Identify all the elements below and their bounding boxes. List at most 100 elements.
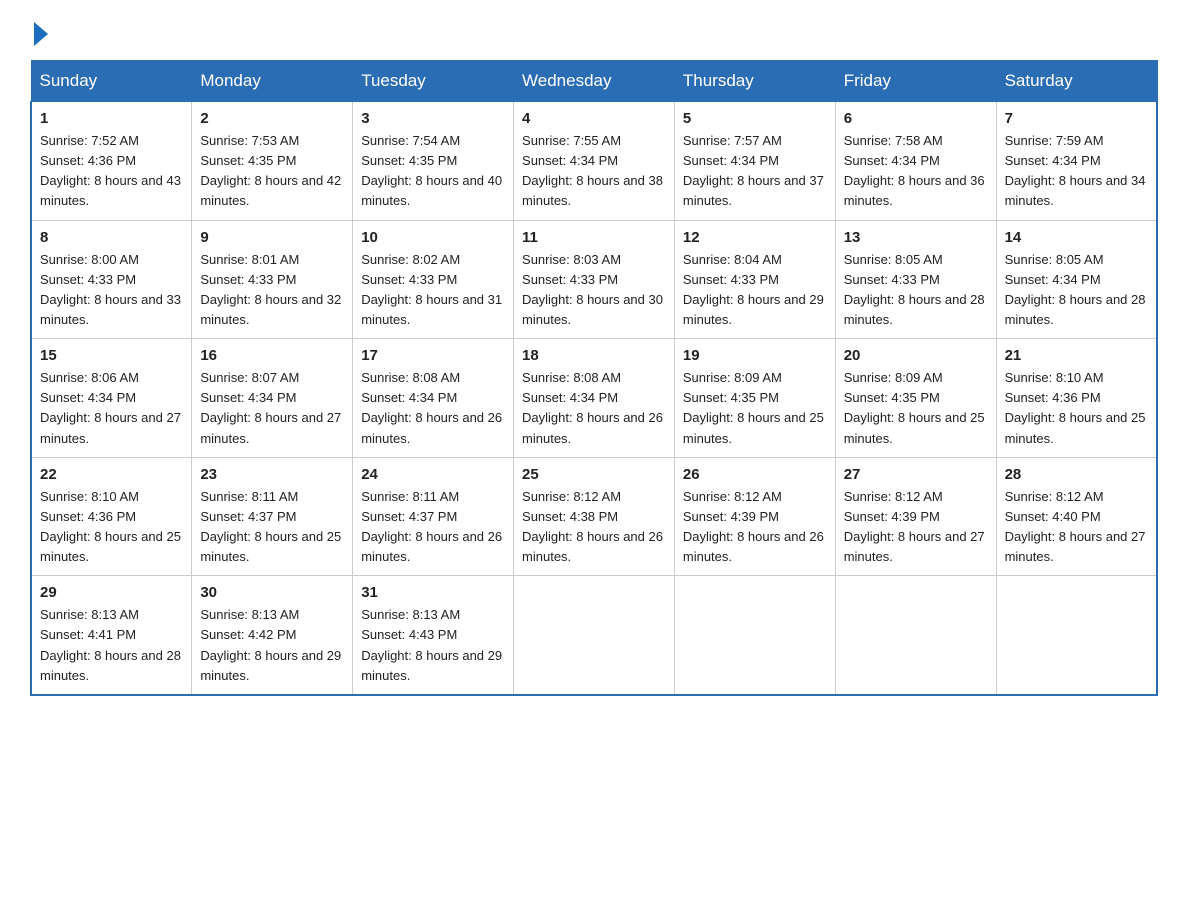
day-info: Sunrise: 8:12 AMSunset: 4:38 PMDaylight:… <box>522 489 663 564</box>
day-number: 10 <box>361 229 505 246</box>
calendar-header: SundayMondayTuesdayWednesdayThursdayFrid… <box>31 61 1157 102</box>
calendar-cell: 7 Sunrise: 7:59 AMSunset: 4:34 PMDayligh… <box>996 102 1157 221</box>
calendar-cell: 29 Sunrise: 8:13 AMSunset: 4:41 PMDaylig… <box>31 576 192 695</box>
day-info: Sunrise: 8:04 AMSunset: 4:33 PMDaylight:… <box>683 252 824 327</box>
day-number: 23 <box>200 466 344 483</box>
day-info: Sunrise: 8:10 AMSunset: 4:36 PMDaylight:… <box>1005 370 1146 445</box>
day-info: Sunrise: 8:08 AMSunset: 4:34 PMDaylight:… <box>361 370 502 445</box>
calendar-cell: 28 Sunrise: 8:12 AMSunset: 4:40 PMDaylig… <box>996 457 1157 576</box>
calendar-cell: 14 Sunrise: 8:05 AMSunset: 4:34 PMDaylig… <box>996 220 1157 339</box>
calendar-week-4: 22 Sunrise: 8:10 AMSunset: 4:36 PMDaylig… <box>31 457 1157 576</box>
logo <box>30 20 48 42</box>
day-info: Sunrise: 8:13 AMSunset: 4:41 PMDaylight:… <box>40 607 181 682</box>
day-number: 24 <box>361 466 505 483</box>
calendar-cell: 13 Sunrise: 8:05 AMSunset: 4:33 PMDaylig… <box>835 220 996 339</box>
day-of-week-friday: Friday <box>835 61 996 102</box>
day-number: 11 <box>522 229 666 246</box>
calendar-cell: 27 Sunrise: 8:12 AMSunset: 4:39 PMDaylig… <box>835 457 996 576</box>
day-info: Sunrise: 7:58 AMSunset: 4:34 PMDaylight:… <box>844 133 985 208</box>
day-info: Sunrise: 8:12 AMSunset: 4:39 PMDaylight:… <box>844 489 985 564</box>
day-info: Sunrise: 8:03 AMSunset: 4:33 PMDaylight:… <box>522 252 663 327</box>
calendar-cell: 6 Sunrise: 7:58 AMSunset: 4:34 PMDayligh… <box>835 102 996 221</box>
calendar-cell: 26 Sunrise: 8:12 AMSunset: 4:39 PMDaylig… <box>674 457 835 576</box>
day-number: 21 <box>1005 347 1148 364</box>
calendar-cell: 5 Sunrise: 7:57 AMSunset: 4:34 PMDayligh… <box>674 102 835 221</box>
day-number: 7 <box>1005 110 1148 127</box>
day-number: 26 <box>683 466 827 483</box>
day-info: Sunrise: 8:05 AMSunset: 4:34 PMDaylight:… <box>1005 252 1146 327</box>
day-info: Sunrise: 8:01 AMSunset: 4:33 PMDaylight:… <box>200 252 341 327</box>
day-number: 16 <box>200 347 344 364</box>
calendar-cell: 9 Sunrise: 8:01 AMSunset: 4:33 PMDayligh… <box>192 220 353 339</box>
calendar-week-1: 1 Sunrise: 7:52 AMSunset: 4:36 PMDayligh… <box>31 102 1157 221</box>
day-info: Sunrise: 8:02 AMSunset: 4:33 PMDaylight:… <box>361 252 502 327</box>
calendar-cell: 12 Sunrise: 8:04 AMSunset: 4:33 PMDaylig… <box>674 220 835 339</box>
calendar-cell <box>514 576 675 695</box>
calendar-cell: 4 Sunrise: 7:55 AMSunset: 4:34 PMDayligh… <box>514 102 675 221</box>
day-info: Sunrise: 7:59 AMSunset: 4:34 PMDaylight:… <box>1005 133 1146 208</box>
day-info: Sunrise: 7:52 AMSunset: 4:36 PMDaylight:… <box>40 133 181 208</box>
calendar-cell: 19 Sunrise: 8:09 AMSunset: 4:35 PMDaylig… <box>674 339 835 458</box>
day-number: 14 <box>1005 229 1148 246</box>
calendar-cell: 8 Sunrise: 8:00 AMSunset: 4:33 PMDayligh… <box>31 220 192 339</box>
day-info: Sunrise: 8:12 AMSunset: 4:39 PMDaylight:… <box>683 489 824 564</box>
day-info: Sunrise: 7:54 AMSunset: 4:35 PMDaylight:… <box>361 133 502 208</box>
calendar-cell: 17 Sunrise: 8:08 AMSunset: 4:34 PMDaylig… <box>353 339 514 458</box>
day-info: Sunrise: 8:00 AMSunset: 4:33 PMDaylight:… <box>40 252 181 327</box>
days-of-week-row: SundayMondayTuesdayWednesdayThursdayFrid… <box>31 61 1157 102</box>
calendar-week-3: 15 Sunrise: 8:06 AMSunset: 4:34 PMDaylig… <box>31 339 1157 458</box>
day-number: 6 <box>844 110 988 127</box>
calendar-cell: 21 Sunrise: 8:10 AMSunset: 4:36 PMDaylig… <box>996 339 1157 458</box>
day-info: Sunrise: 8:11 AMSunset: 4:37 PMDaylight:… <box>200 489 341 564</box>
day-info: Sunrise: 8:13 AMSunset: 4:42 PMDaylight:… <box>200 607 341 682</box>
day-info: Sunrise: 7:53 AMSunset: 4:35 PMDaylight:… <box>200 133 341 208</box>
day-info: Sunrise: 8:11 AMSunset: 4:37 PMDaylight:… <box>361 489 502 564</box>
day-number: 18 <box>522 347 666 364</box>
day-info: Sunrise: 8:09 AMSunset: 4:35 PMDaylight:… <box>844 370 985 445</box>
day-number: 31 <box>361 584 505 601</box>
day-number: 27 <box>844 466 988 483</box>
day-number: 13 <box>844 229 988 246</box>
calendar-cell: 30 Sunrise: 8:13 AMSunset: 4:42 PMDaylig… <box>192 576 353 695</box>
day-number: 20 <box>844 347 988 364</box>
day-number: 25 <box>522 466 666 483</box>
calendar-body: 1 Sunrise: 7:52 AMSunset: 4:36 PMDayligh… <box>31 102 1157 695</box>
day-number: 28 <box>1005 466 1148 483</box>
day-of-week-tuesday: Tuesday <box>353 61 514 102</box>
calendar-cell: 15 Sunrise: 8:06 AMSunset: 4:34 PMDaylig… <box>31 339 192 458</box>
day-number: 12 <box>683 229 827 246</box>
calendar-cell <box>674 576 835 695</box>
day-number: 15 <box>40 347 183 364</box>
day-number: 17 <box>361 347 505 364</box>
day-of-week-wednesday: Wednesday <box>514 61 675 102</box>
day-number: 3 <box>361 110 505 127</box>
day-number: 5 <box>683 110 827 127</box>
calendar-cell: 22 Sunrise: 8:10 AMSunset: 4:36 PMDaylig… <box>31 457 192 576</box>
day-info: Sunrise: 8:09 AMSunset: 4:35 PMDaylight:… <box>683 370 824 445</box>
day-info: Sunrise: 8:08 AMSunset: 4:34 PMDaylight:… <box>522 370 663 445</box>
day-number: 9 <box>200 229 344 246</box>
day-info: Sunrise: 8:12 AMSunset: 4:40 PMDaylight:… <box>1005 489 1146 564</box>
day-of-week-monday: Monday <box>192 61 353 102</box>
day-info: Sunrise: 7:57 AMSunset: 4:34 PMDaylight:… <box>683 133 824 208</box>
calendar-cell: 10 Sunrise: 8:02 AMSunset: 4:33 PMDaylig… <box>353 220 514 339</box>
day-number: 1 <box>40 110 183 127</box>
calendar-cell: 31 Sunrise: 8:13 AMSunset: 4:43 PMDaylig… <box>353 576 514 695</box>
calendar-week-2: 8 Sunrise: 8:00 AMSunset: 4:33 PMDayligh… <box>31 220 1157 339</box>
calendar-cell: 1 Sunrise: 7:52 AMSunset: 4:36 PMDayligh… <box>31 102 192 221</box>
calendar-cell: 24 Sunrise: 8:11 AMSunset: 4:37 PMDaylig… <box>353 457 514 576</box>
page-header <box>30 20 1158 42</box>
calendar-cell: 16 Sunrise: 8:07 AMSunset: 4:34 PMDaylig… <box>192 339 353 458</box>
day-number: 19 <box>683 347 827 364</box>
day-info: Sunrise: 7:55 AMSunset: 4:34 PMDaylight:… <box>522 133 663 208</box>
calendar-cell <box>835 576 996 695</box>
day-number: 4 <box>522 110 666 127</box>
calendar-cell: 18 Sunrise: 8:08 AMSunset: 4:34 PMDaylig… <box>514 339 675 458</box>
day-number: 22 <box>40 466 183 483</box>
calendar-cell: 20 Sunrise: 8:09 AMSunset: 4:35 PMDaylig… <box>835 339 996 458</box>
calendar-week-5: 29 Sunrise: 8:13 AMSunset: 4:41 PMDaylig… <box>31 576 1157 695</box>
day-number: 2 <box>200 110 344 127</box>
day-info: Sunrise: 8:05 AMSunset: 4:33 PMDaylight:… <box>844 252 985 327</box>
calendar-cell: 3 Sunrise: 7:54 AMSunset: 4:35 PMDayligh… <box>353 102 514 221</box>
day-info: Sunrise: 8:07 AMSunset: 4:34 PMDaylight:… <box>200 370 341 445</box>
